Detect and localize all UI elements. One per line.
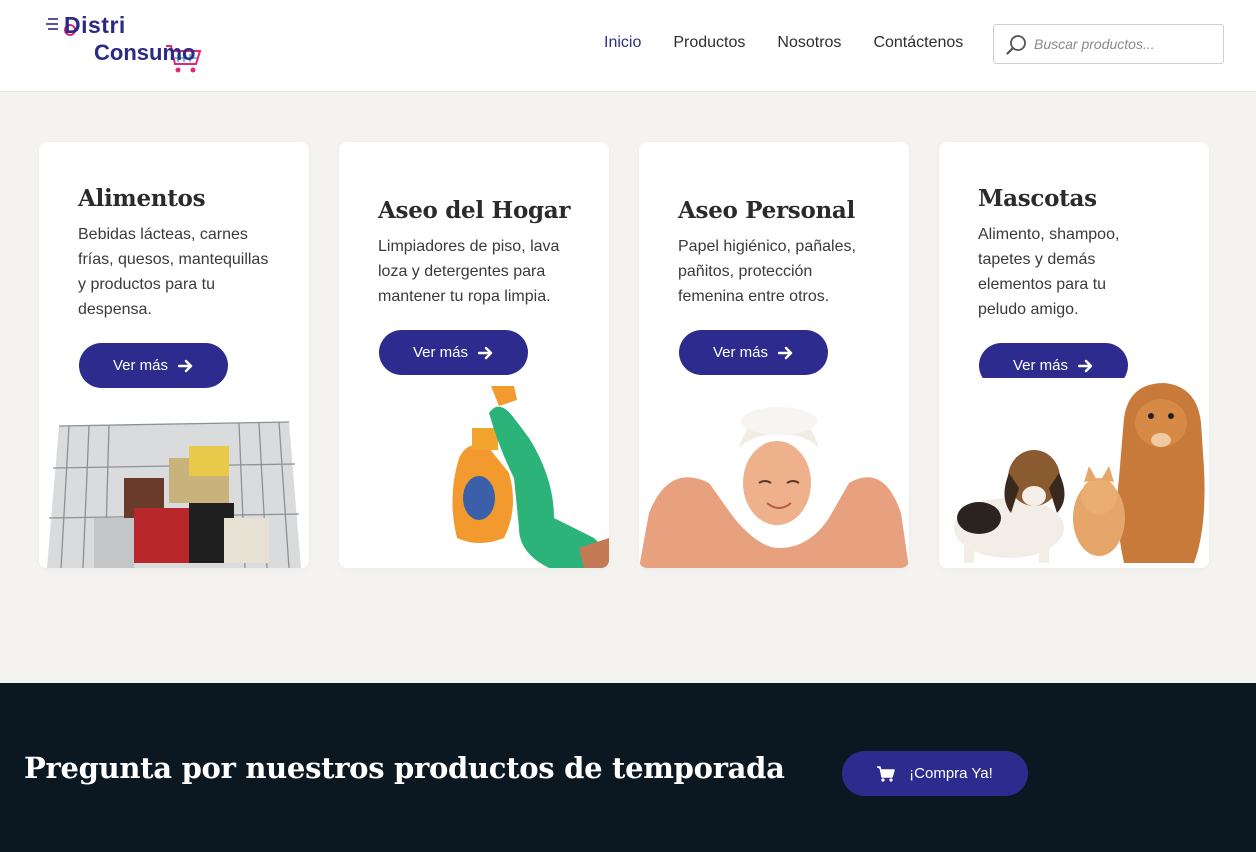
shopping-cart-groceries-image [39,408,309,568]
site-header: Distri Consumo Inicio Productos Nosotros… [0,0,1256,92]
category-card-aseo-personal: Aseo Personal Papel higiénico, pañales, … [639,142,909,568]
category-card-mascotas: Mascotas Alimento, shampoo, tapetes y de… [939,142,1209,568]
nav-item-productos[interactable]: Productos [673,33,745,53]
search-box[interactable] [993,24,1224,64]
promo-band: Pregunta por nuestros productos de tempo… [0,683,1256,852]
ver-mas-button[interactable]: Ver más [379,330,528,375]
card-description: Limpiadores de piso, lava loza y deterge… [378,238,560,305]
search-icon [1006,35,1026,55]
promo-heading: Pregunta por nuestros productos de tempo… [24,751,785,785]
logo-line2: Consumo [94,40,196,65]
card-title: Aseo del Hogar [378,197,571,224]
shopping-cart-icon [877,765,895,782]
category-card-alimentos: Alimentos Bebidas lácteas, carnes frías,… [39,142,309,568]
logo-line1: Distri [64,12,126,38]
nav-item-nosotros[interactable]: Nosotros [777,33,841,53]
ver-mas-button[interactable]: Ver más [679,330,828,375]
woman-shower-image [639,403,909,568]
logo[interactable]: Distri Consumo [46,10,206,76]
arrow-right-icon [478,346,493,359]
puppies-and-kitten-image [939,378,1209,568]
card-title: Mascotas [978,185,1097,212]
main-nav: Inicio Productos Nosotros Contáctenos [604,33,995,53]
card-description: Alimento, shampoo, tapetes y demás eleme… [978,226,1120,318]
arrow-right-icon [778,346,793,359]
compra-ya-label: ¡Compra Ya! [909,765,993,782]
nav-item-contactenos[interactable]: Contáctenos [873,33,963,53]
arrow-right-icon [1078,359,1093,372]
button-label: Ver más [412,344,469,361]
category-card-aseo-hogar: Aseo del Hogar Limpiadores de piso, lava… [339,142,609,568]
compra-ya-button[interactable]: ¡Compra Ya! [842,751,1028,796]
ver-mas-button[interactable]: Ver más [79,343,228,388]
button-label: Ver más [1012,357,1069,374]
card-title: Aseo Personal [678,197,855,224]
arrow-right-icon [178,359,193,372]
button-label: Ver más [712,344,769,361]
card-title: Alimentos [78,185,206,212]
card-description: Bebidas lácteas, carnes frías, quesos, m… [78,226,269,318]
card-description: Papel higiénico, pañales, pañitos, prote… [678,238,856,305]
cleaning-glove-spray-image [339,378,609,568]
search-input[interactable] [1034,33,1214,55]
button-label: Ver más [112,357,169,374]
nav-item-inicio[interactable]: Inicio [604,33,641,53]
